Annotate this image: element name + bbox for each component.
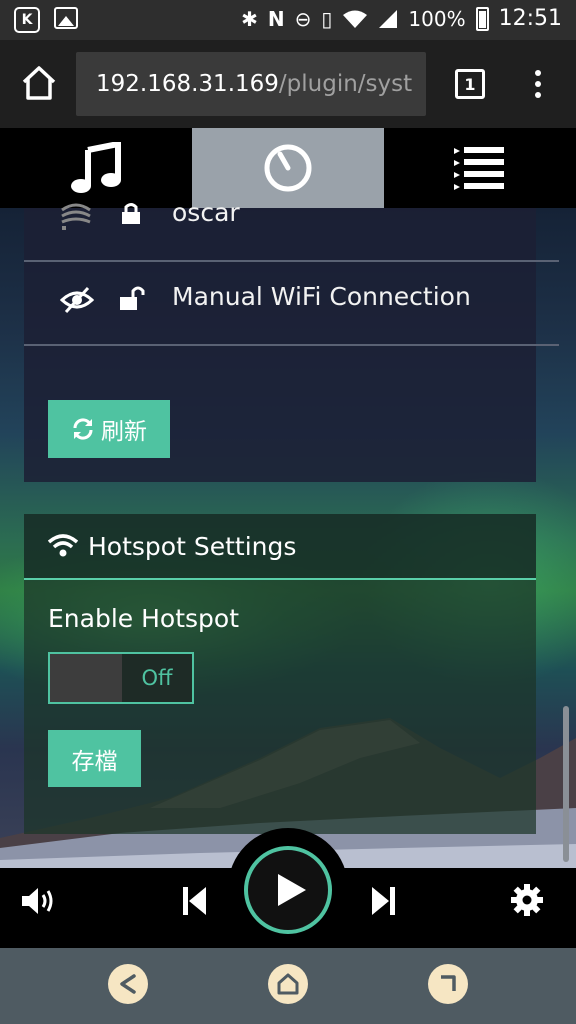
toggle-knob [50,654,122,702]
volume-icon[interactable] [20,886,56,916]
url-field[interactable]: 192.168.31.169/plugin/syst [76,52,426,116]
settings-gear-icon[interactable] [511,884,543,916]
recents-button[interactable] [428,964,468,1004]
next-track-icon[interactable] [370,886,396,916]
app-notification-icon: K [14,7,40,33]
recents-icon [441,975,456,991]
do-not-disturb-icon: ⊖ [294,6,312,31]
image-notification-icon [54,7,78,29]
page-scrollbar[interactable] [563,706,569,862]
previous-track-icon[interactable] [182,886,208,916]
battery-percent: 100% [408,6,466,31]
status-bar: K ✱ N ⊖ ▯ 100% 12:51 [0,0,576,40]
wifi-network-name: Manual WiFi Connection [172,282,471,311]
wifi-icon [48,534,78,557]
hotspot-panel-header: Hotspot Settings [24,514,536,580]
android-home-button[interactable] [268,964,308,1004]
wifi-network-name: oscar [172,198,240,227]
enable-hotspot-label: Enable Hotspot [48,604,239,633]
system-navigation-bar [0,948,576,1024]
clock: 12:51 [498,6,562,31]
play-button[interactable] [244,846,332,934]
nfc-icon: N [267,6,285,31]
browser-toolbar: 192.168.31.169/plugin/syst 1 [0,40,576,128]
unlock-icon [120,286,145,310]
lock-icon [122,203,140,224]
vibrate-icon: ▯ [321,6,333,31]
url-path: /plugin/syst [278,71,413,97]
toggle-state: Off [122,654,192,702]
hidden-network-icon [60,286,94,314]
enable-hotspot-toggle[interactable]: Off [48,652,194,704]
url-host: 192.168.31.169 [96,71,279,97]
wifi-network-row[interactable]: oscar [24,176,559,262]
refresh-label: 刷新 [101,419,147,445]
hotspot-title: Hotspot Settings [88,531,297,561]
wifi-network-row[interactable]: Manual WiFi Connection [24,260,559,346]
home-icon[interactable] [20,64,58,102]
back-icon [120,974,136,994]
refresh-icon [73,418,93,440]
play-icon [278,874,306,906]
back-button[interactable] [108,964,148,1004]
home-outline-icon [277,973,299,995]
cell-signal-icon [379,9,398,28]
save-button[interactable]: 存檔 [48,730,141,787]
wifi-signal-icon [61,203,91,230]
overflow-menu-icon[interactable] [532,70,544,100]
tab-switcher-button[interactable]: 1 [455,69,485,99]
battery-icon [475,6,489,31]
wifi-status-icon [343,10,368,28]
bluetooth-icon: ✱ [241,6,258,31]
refresh-button[interactable]: 刷新 [48,400,170,458]
